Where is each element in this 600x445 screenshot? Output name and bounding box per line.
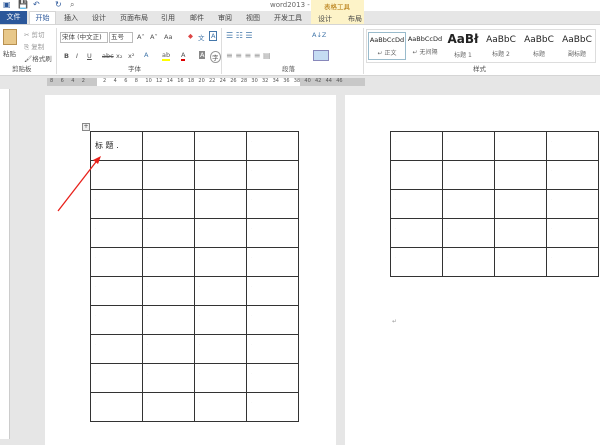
arrow-head bbox=[93, 156, 101, 164]
arrow-line bbox=[57, 157, 100, 212]
annotation-arrow bbox=[57, 156, 101, 212]
